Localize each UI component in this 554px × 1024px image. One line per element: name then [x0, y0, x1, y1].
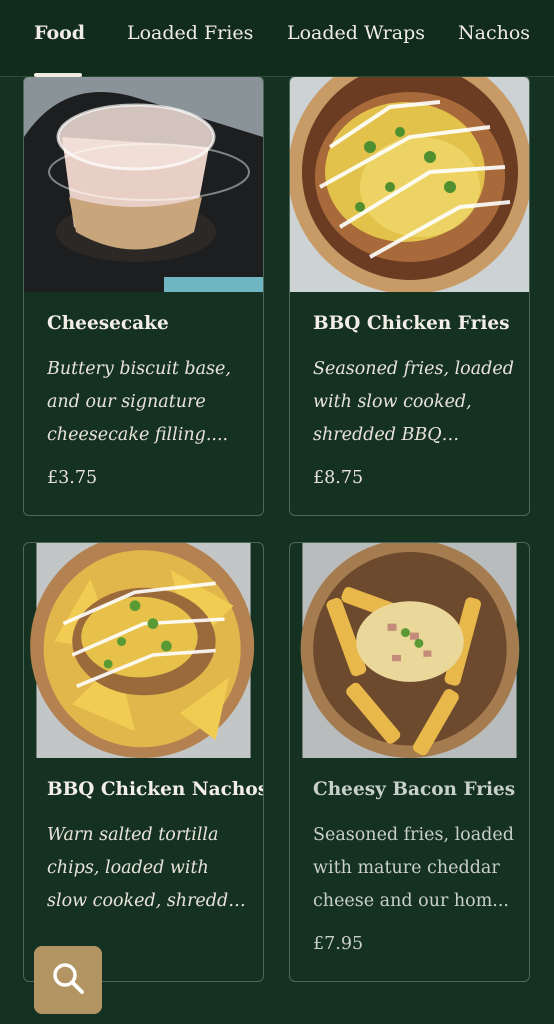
menu-grid: Cheesecake Buttery biscuit base, and our… — [0, 77, 554, 1024]
menu-item-card-cheesy-bacon-fries[interactable]: Cheesy Bacon Fries Seasoned fries, loade… — [289, 542, 530, 982]
item-name: Cheesy Bacon Fries — [313, 779, 516, 800]
item-description: Seasoned fries, loaded with mature chedd… — [313, 825, 514, 911]
tab-loaded-fries[interactable]: Loaded Fries — [127, 22, 253, 44]
menu-item-card-cheesecake[interactable]: Cheesecake Buttery biscuit base, and our… — [23, 77, 264, 516]
item-description: Warn salted tortilla chips, loaded with … — [47, 825, 250, 911]
bbq-chicken-fries-image — [290, 77, 529, 292]
tab-loaded-wraps[interactable]: Loaded Wraps — [287, 22, 425, 44]
item-name: Cheesecake — [47, 313, 169, 334]
search-icon — [51, 961, 85, 999]
category-tab-bar: Food Loaded Fries Loaded Wraps Nachos — [0, 0, 554, 77]
item-description: Buttery biscuit base, and our signature … — [47, 359, 231, 445]
menu-item-card-bbq-chicken-fries[interactable]: BBQ Chicken Fries Seasoned fries, loaded… — [289, 77, 530, 516]
cheesy-bacon-fries-image — [290, 543, 529, 758]
tab-nachos[interactable]: Nachos — [458, 22, 530, 44]
item-name: BBQ Chicken Fries — [313, 313, 510, 334]
cheesecake-image — [24, 77, 263, 292]
tab-food[interactable]: Food — [34, 22, 85, 44]
item-price: £3.75 — [47, 468, 98, 488]
menu-item-card-bbq-chicken-nachos[interactable]: BBQ Chicken Nachos Warn salted tortilla … — [23, 542, 264, 982]
bbq-chicken-nachos-image — [24, 543, 263, 758]
item-description: Seasoned fries, loaded with slow cooked,… — [313, 359, 514, 445]
item-price: £7.95 — [313, 934, 364, 954]
item-name: BBQ Chicken Nachos — [47, 779, 264, 800]
search-button[interactable] — [34, 946, 102, 1014]
item-price: £8.75 — [313, 468, 364, 488]
